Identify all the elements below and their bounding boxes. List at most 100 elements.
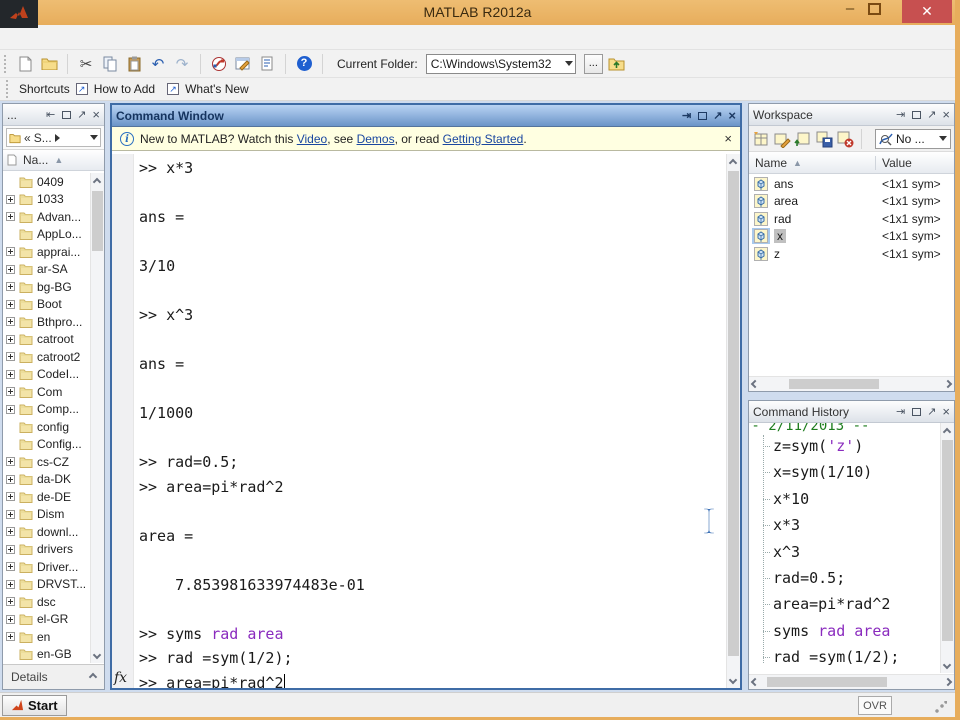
paste-icon[interactable] (124, 54, 144, 74)
expand-icon[interactable] (6, 614, 15, 624)
workspace-hscrollbar[interactable] (749, 376, 954, 391)
undo-icon[interactable]: ↶ (148, 54, 168, 74)
maximize-panel-icon[interactable] (698, 111, 708, 120)
name-column-header[interactable]: Name ▲ (749, 155, 876, 170)
sort-ascending-icon[interactable]: ▲ (54, 155, 63, 165)
folder-row[interactable]: bg-BG (3, 278, 91, 296)
breadcrumb-dropdown-icon[interactable] (90, 135, 98, 140)
getting-started-link[interactable]: Getting Started (443, 132, 524, 146)
workspace-variable-row[interactable]: z <1x1 sym> (749, 245, 954, 263)
folder-row[interactable]: Com (3, 383, 91, 401)
folder-row[interactable]: Driver... (3, 558, 91, 576)
toolbar-grip[interactable] (4, 54, 8, 73)
maximize-panel-icon[interactable] (912, 407, 922, 416)
command-window-body[interactable]: fx >> x*3 ans = 3/10 >> x^3 ans = 1/1000… (112, 154, 740, 688)
folder-row[interactable]: en (3, 628, 91, 646)
code-line[interactable]: rad =sym(1/2); (749, 644, 940, 670)
expand-icon[interactable] (6, 597, 15, 607)
code-line[interactable]: x=sym(1/10) (749, 459, 940, 485)
close-button[interactable]: ✕ (902, 0, 952, 23)
dock-icon[interactable]: ⇥ (896, 406, 905, 417)
code-line[interactable]: rad=0.5; (749, 565, 940, 591)
expand-icon[interactable] (6, 474, 15, 484)
scroll-left-icon[interactable] (750, 379, 760, 389)
scroll-right-icon[interactable] (943, 677, 953, 687)
browse-folder-button[interactable]: ... (583, 53, 603, 74)
delete-variable-icon[interactable] (836, 130, 854, 148)
folder-row[interactable]: Boot (3, 296, 91, 314)
save-workspace-icon[interactable] (815, 130, 833, 148)
code-line[interactable]: x^3 (749, 539, 940, 565)
folder-row[interactable]: catroot (3, 331, 91, 349)
folder-row[interactable]: 0409 (3, 173, 91, 191)
expand-icon[interactable] (6, 194, 15, 204)
expand-icon[interactable] (6, 492, 15, 502)
details-bar[interactable]: Details (3, 664, 104, 689)
resize-grip[interactable] (935, 701, 947, 713)
close-panel-icon[interactable]: × (942, 405, 950, 418)
cut-icon[interactable]: ✂ (76, 54, 96, 74)
workspace-variable-row[interactable]: rad <1x1 sym> (749, 210, 954, 228)
banner-close-icon[interactable]: × (724, 131, 732, 146)
expand-icon[interactable] (6, 544, 15, 554)
folder-row[interactable]: apprai... (3, 243, 91, 261)
scrollbar-thumb[interactable] (92, 191, 103, 251)
profiler-icon[interactable] (257, 54, 277, 74)
folder-row[interactable]: cs-CZ (3, 453, 91, 471)
folder-row[interactable]: ar-SA (3, 261, 91, 279)
scroll-left-icon[interactable] (750, 677, 760, 687)
workspace-variable-row[interactable]: x <1x1 sym> (749, 228, 954, 246)
folder-row[interactable]: da-DK (3, 471, 91, 489)
expand-icon[interactable] (6, 404, 15, 414)
folder-row[interactable]: 1033 (3, 191, 91, 209)
new-script-icon[interactable] (15, 54, 35, 74)
expand-icon[interactable] (6, 457, 15, 467)
start-button[interactable]: Start (2, 695, 67, 716)
breadcrumb-path[interactable]: S... (34, 131, 52, 145)
expand-icon[interactable] (6, 527, 15, 537)
expand-icon[interactable] (6, 317, 15, 327)
plot-selector-dropdown[interactable]: No ... (875, 128, 951, 149)
open-variable-icon[interactable] (773, 130, 791, 148)
workspace-variable-row[interactable]: area <1x1 sym> (749, 193, 954, 211)
folder-row[interactable]: dsc (3, 593, 91, 611)
demos-link[interactable]: Demos (357, 132, 395, 146)
folder-row[interactable]: drivers (3, 541, 91, 559)
import-data-icon[interactable] (794, 130, 812, 148)
scrollbar-thumb[interactable] (767, 677, 887, 687)
expand-icon[interactable] (6, 387, 15, 397)
scrollbar-thumb[interactable] (728, 171, 739, 656)
folder-row[interactable]: Advan... (3, 208, 91, 226)
shortcuts-grip[interactable] (6, 80, 10, 98)
folder-row[interactable]: Config... (3, 436, 91, 454)
expand-icon[interactable] (6, 509, 15, 519)
folder-row[interactable]: en-GB (3, 646, 91, 664)
whats-new-icon[interactable]: ↗ (167, 83, 180, 95)
value-column-header[interactable]: Value (876, 156, 912, 170)
code-line[interactable]: area=pi*rad^2 (749, 591, 940, 617)
folder-row[interactable]: de-DE (3, 488, 91, 506)
undock-icon[interactable]: ↗ (77, 109, 86, 120)
workspace-variable-row[interactable]: ans <1x1 sym> (749, 175, 954, 193)
scrollbar-thumb[interactable] (789, 379, 879, 389)
breadcrumb-next-icon[interactable] (54, 133, 60, 142)
new-variable-icon[interactable] (752, 130, 770, 148)
folder-row[interactable]: catroot2 (3, 348, 91, 366)
expand-icon[interactable] (6, 247, 15, 257)
folder-row[interactable]: Dism (3, 506, 91, 524)
copy-icon[interactable] (100, 54, 120, 74)
undock-icon[interactable]: ↗ (713, 110, 722, 121)
code-line[interactable]: z=sym('z') (749, 433, 940, 459)
collapse-details-icon[interactable] (88, 672, 98, 682)
history-vscrollbar[interactable] (940, 423, 954, 673)
matlab-window-icon[interactable] (0, 0, 38, 28)
expand-icon[interactable] (6, 562, 15, 572)
scrollbar-thumb[interactable] (942, 440, 953, 641)
folder-row[interactable]: Bthpro... (3, 313, 91, 331)
fx-icon[interactable]: fx (114, 670, 127, 686)
redo-icon[interactable]: ↷ (172, 54, 192, 74)
folder-row[interactable]: AppLo... (3, 226, 91, 244)
history-hscrollbar[interactable] (749, 674, 954, 689)
video-link[interactable]: Video (297, 132, 327, 146)
folder-scrollbar[interactable] (90, 173, 104, 663)
